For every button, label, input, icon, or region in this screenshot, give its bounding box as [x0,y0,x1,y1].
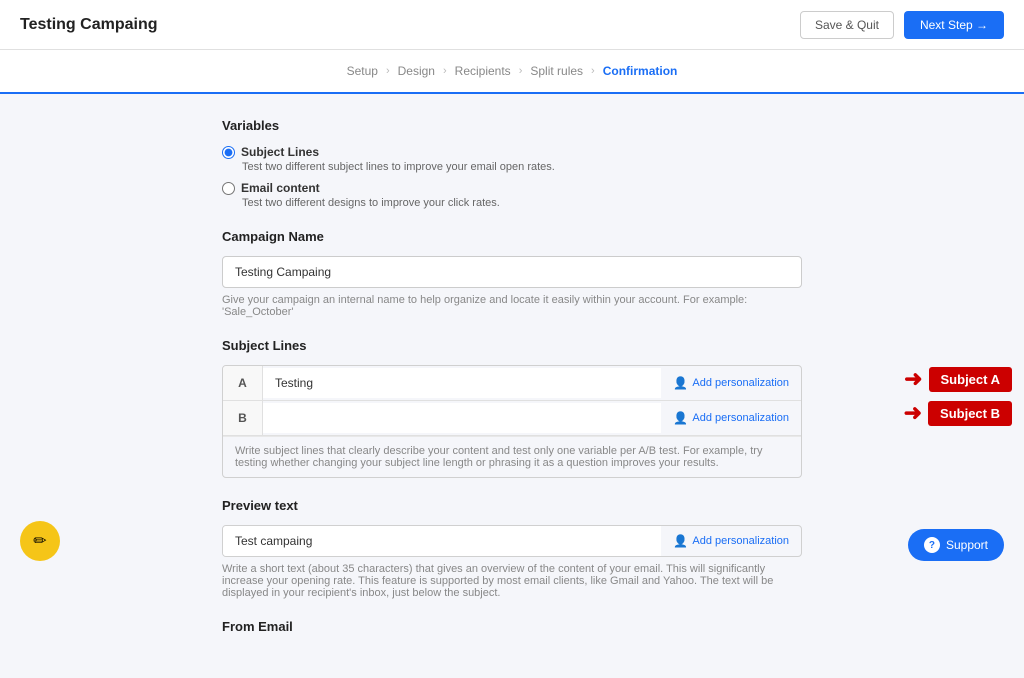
add-personalization-preview-button[interactable]: 👤 Add personalization [661,534,801,548]
person-icon-b: 👤 [673,411,688,425]
subject-row-a: A 👤 Add personalization [223,366,801,401]
support-button[interactable]: ? Support [908,529,1004,561]
subject-lines-radio[interactable] [222,146,235,159]
support-icon: ? [924,537,940,553]
preview-text-hint: Write a short text (about 35 characters)… [222,563,802,599]
subject-lines-section: Subject Lines A 👤 Add personalization B … [222,338,802,478]
subject-b-badge: Subject B [928,401,1012,426]
edit-icon: ✏ [33,531,46,551]
campaign-name-hint: Give your campaign an internal name to h… [222,294,802,318]
chevron-icon-3: › [519,65,523,77]
subject-label-a: A [223,366,263,400]
person-icon-a: 👤 [673,376,688,390]
variables-radio-group: Subject Lines Test two different subject… [222,145,802,209]
chevron-icon-4: › [591,65,595,77]
progress-bar: Setup › Design › Recipients › Split rule… [0,50,1024,94]
chevron-icon-1: › [386,65,390,77]
preview-text-field: 👤 Add personalization [222,525,802,557]
subject-input-a[interactable] [263,368,661,398]
subject-lines-label[interactable]: Subject Lines [222,145,802,159]
campaign-name-section: Campaign Name Give your campaign an inte… [222,229,802,318]
progress-step-split-rules[interactable]: Split rules [530,64,583,78]
subject-a-badge: Subject A [929,367,1012,392]
header-actions: Save & Quit Next Step → [800,11,1004,39]
from-email-section: From Email [222,619,802,634]
preview-text-input[interactable] [223,526,661,556]
progress-step-setup[interactable]: Setup [347,64,378,78]
edit-fab-button[interactable]: ✏ [20,521,60,561]
subject-label-b: B [223,401,263,435]
progress-step-design[interactable]: Design [398,64,435,78]
arrow-icon-b: ➜ [904,400,922,426]
progress-step-recipients[interactable]: Recipients [455,64,511,78]
subject-row-b: B 👤 Add personalization [223,401,801,436]
next-step-button[interactable]: Next Step → [904,11,1004,39]
arrow-icon-a: ➜ [904,366,922,392]
person-icon-preview: 👤 [673,534,688,548]
email-content-label[interactable]: Email content [222,181,802,195]
subject-lines-option: Subject Lines Test two different subject… [222,145,802,173]
preview-text-title: Preview text [222,498,802,513]
campaign-name-title: Campaign Name [222,229,802,244]
email-content-desc: Test two different designs to improve yo… [242,197,802,209]
subject-lines-box: A 👤 Add personalization B 👤 Add personal… [222,365,802,478]
variables-title: Variables [222,118,802,133]
main-content: Variables Subject Lines Test two differe… [202,94,822,678]
progress-step-confirmation[interactable]: Confirmation [603,64,678,78]
email-content-radio[interactable] [222,182,235,195]
annotation-subject-a: ➜ Subject A [904,366,1012,392]
email-content-option: Email content Test two different designs… [222,181,802,209]
page-title: Testing Campaing [20,16,158,34]
from-email-title: From Email [222,619,802,634]
preview-text-section: Preview text 👤 Add personalization Write… [222,498,802,599]
subject-lines-desc: Test two different subject lines to impr… [242,161,802,173]
add-personalization-a-button[interactable]: 👤 Add personalization [661,376,801,390]
variables-section: Variables Subject Lines Test two differe… [222,118,802,209]
header: Testing Campaing Save & Quit Next Step → [0,0,1024,50]
chevron-icon-2: › [443,65,447,77]
subject-input-b[interactable] [263,403,661,433]
annotation-subject-b: ➜ Subject B [904,400,1012,426]
save-quit-button[interactable]: Save & Quit [800,11,894,39]
subject-lines-hint: Write subject lines that clearly describ… [223,436,801,477]
subject-lines-title: Subject Lines [222,338,802,353]
campaign-name-input[interactable] [222,256,802,288]
add-personalization-b-button[interactable]: 👤 Add personalization [661,411,801,425]
